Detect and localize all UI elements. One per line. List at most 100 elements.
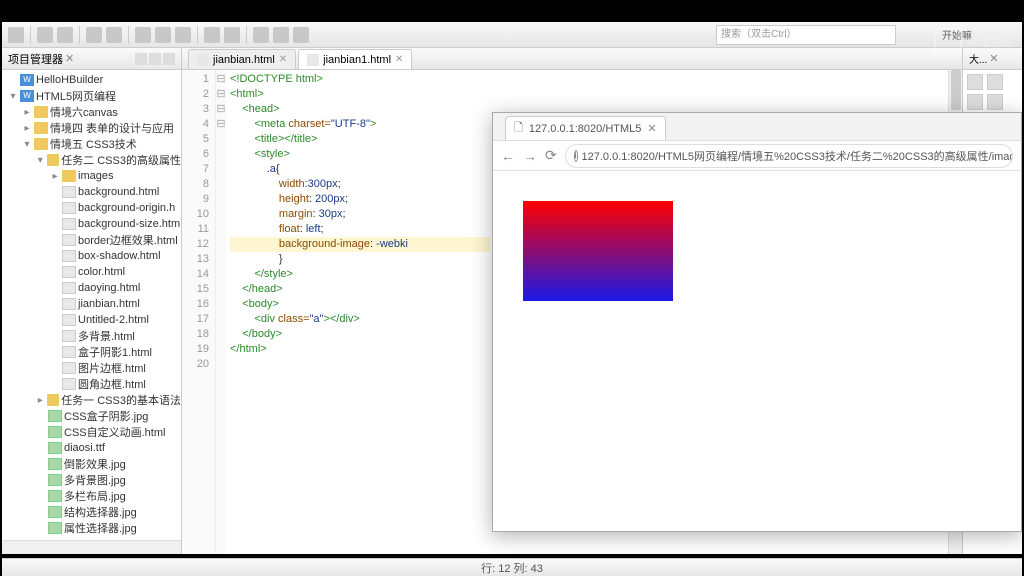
- tree-item[interactable]: CSS盒子阴影.jpg: [2, 408, 181, 424]
- close-icon[interactable]: ✕: [279, 54, 287, 65]
- tree-label: 情境五 CSS3技术: [50, 136, 137, 152]
- tree-item[interactable]: box-shadow.html: [2, 248, 181, 264]
- tree-label: 任务一 CSS3的基本语法: [61, 392, 181, 408]
- info-icon[interactable]: i: [574, 150, 578, 162]
- tool-icon[interactable]: [987, 94, 1003, 110]
- outline-toolbar: [963, 70, 1022, 114]
- horizontal-scrollbar[interactable]: [2, 540, 181, 554]
- editor-tab[interactable]: jianbian.html✕: [188, 49, 296, 69]
- twisty-icon[interactable]: ▸: [48, 171, 62, 182]
- tree-label: 结构选择器.jpg: [64, 504, 137, 520]
- tree-item[interactable]: ▾WHTML5网页编程: [2, 88, 181, 104]
- tree-label: 多背景图.jpg: [64, 472, 126, 488]
- tree-item[interactable]: ▸ 任务一 CSS3的基本语法: [2, 392, 181, 408]
- tree-item[interactable]: 属性选择器.jpg: [2, 520, 181, 536]
- tree-item[interactable]: background.html: [2, 184, 181, 200]
- save-all-icon[interactable]: [57, 27, 73, 43]
- tree-item[interactable]: jianbian.html: [2, 296, 181, 312]
- copy-icon[interactable]: [155, 27, 171, 43]
- tree-item[interactable]: background-origin.h: [2, 200, 181, 216]
- tree-item[interactable]: color.html: [2, 264, 181, 280]
- html-icon: [62, 202, 76, 214]
- watermark: 学堂在线: [934, 28, 1012, 56]
- save-icon[interactable]: [37, 27, 53, 43]
- tree-item[interactable]: Untitled-2.html: [2, 312, 181, 328]
- forward-icon[interactable]: →: [523, 148, 537, 164]
- twisty-icon[interactable]: ▾: [34, 155, 47, 166]
- tool-icon[interactable]: [967, 94, 983, 110]
- new-icon[interactable]: [8, 27, 24, 43]
- tree-label: 盒子阴影1.html: [78, 344, 152, 360]
- browser-tab[interactable]: 🗋 127.0.0.1:8020/HTML5 ✕: [505, 116, 666, 140]
- editor-tab[interactable]: jianbian1.html✕: [298, 49, 412, 69]
- paste-icon[interactable]: [175, 27, 191, 43]
- menu-icon[interactable]: [163, 53, 175, 65]
- tree-item[interactable]: 结构选择器.jpg: [2, 504, 181, 520]
- tree-item[interactable]: ▸情境六canvas: [2, 104, 181, 120]
- debug-icon[interactable]: [224, 27, 240, 43]
- tree-item[interactable]: 多背景图.jpg: [2, 472, 181, 488]
- twisty-icon[interactable]: ▸: [20, 107, 34, 118]
- jpg-icon: [48, 474, 62, 486]
- twisty-icon[interactable]: ▾: [20, 139, 34, 150]
- run-icon[interactable]: [204, 27, 220, 43]
- jpg-icon: [48, 458, 62, 470]
- tool-icon[interactable]: [967, 74, 983, 90]
- link-icon[interactable]: [149, 53, 161, 65]
- html-icon: [62, 266, 76, 278]
- global-search-input[interactable]: 搜索（双击Ctrl）: [716, 25, 896, 45]
- back-icon[interactable]: ←: [501, 148, 515, 164]
- tree-item[interactable]: ▸images: [2, 168, 181, 184]
- tree-item[interactable]: border边框效果.html: [2, 232, 181, 248]
- twisty-icon[interactable]: ▸: [20, 123, 34, 134]
- twisty-icon[interactable]: ▾: [6, 91, 20, 102]
- tool-icon[interactable]: [987, 74, 1003, 90]
- tree-item[interactable]: daoying.html: [2, 280, 181, 296]
- tree-item[interactable]: diaosi.ttf: [2, 440, 181, 456]
- tree-item[interactable]: background-size.htm: [2, 216, 181, 232]
- file-tree[interactable]: WHelloHBuilder▾WHTML5网页编程▸情境六canvas▸情境四 …: [2, 70, 181, 540]
- separator: [128, 26, 129, 44]
- tree-item[interactable]: 多背景.html: [2, 328, 181, 344]
- format-icon[interactable]: [293, 27, 309, 43]
- tree-item[interactable]: 多栏布局.jpg: [2, 488, 181, 504]
- html-icon: [62, 218, 76, 230]
- tree-item[interactable]: WHelloHBuilder: [2, 72, 181, 88]
- html-icon: [62, 314, 76, 326]
- toolbar: 搜索（双击Ctrl） 开始嘛: [2, 22, 1022, 48]
- html-icon: [62, 186, 76, 198]
- close-tab-icon[interactable]: ✕: [647, 122, 656, 135]
- tree-label: box-shadow.html: [78, 250, 161, 262]
- redo-icon[interactable]: [106, 27, 122, 43]
- address-bar[interactable]: i 127.0.0.1:8020/HTML5网页编程/情境五%20CSS3技术/…: [565, 144, 1013, 168]
- status-bar: 行: 12 列: 43: [2, 558, 1022, 576]
- tree-item[interactable]: ▸情境四 表单的设计与应用: [2, 120, 181, 136]
- tree-item[interactable]: 盒子阴影1.html: [2, 344, 181, 360]
- html-icon: [62, 234, 76, 246]
- cut-icon[interactable]: [135, 27, 151, 43]
- reload-icon[interactable]: ⟳: [545, 147, 557, 164]
- tree-label: 图片边框.html: [78, 360, 146, 376]
- undo-icon[interactable]: [86, 27, 102, 43]
- color-icon[interactable]: [273, 27, 289, 43]
- tree-item[interactable]: ▾任务二 CSS3的高级属性: [2, 152, 181, 168]
- tree-item[interactable]: ▾ 情境五 CSS3技术: [2, 136, 181, 152]
- separator: [246, 26, 247, 44]
- browser-tabbar: 🗋 127.0.0.1:8020/HTML5 ✕: [493, 113, 1021, 141]
- twisty-icon[interactable]: ▸: [34, 395, 47, 406]
- tree-item[interactable]: 图片边框.html: [2, 360, 181, 376]
- browser-toolbar: ← → ⟳ i 127.0.0.1:8020/HTML5网页编程/情境五%20C…: [493, 141, 1021, 171]
- html-icon: [62, 362, 76, 374]
- tree-label: Untitled-2.html: [78, 314, 149, 326]
- text-icon[interactable]: [253, 27, 269, 43]
- close-icon[interactable]: ✕: [395, 54, 403, 65]
- folder-icon: [62, 170, 76, 182]
- w-icon: W: [20, 90, 34, 102]
- tree-item[interactable]: CSS自定义动画.html: [2, 424, 181, 440]
- close-icon[interactable]: ✕: [65, 52, 74, 65]
- tree-item[interactable]: 圆角边框.html: [2, 376, 181, 392]
- tree-item[interactable]: 倒影效果.jpg: [2, 456, 181, 472]
- fold-gutter[interactable]: ⊟⊟⊟⊟: [216, 70, 226, 554]
- scroll-thumb[interactable]: [951, 70, 961, 110]
- collapse-icon[interactable]: [135, 53, 147, 65]
